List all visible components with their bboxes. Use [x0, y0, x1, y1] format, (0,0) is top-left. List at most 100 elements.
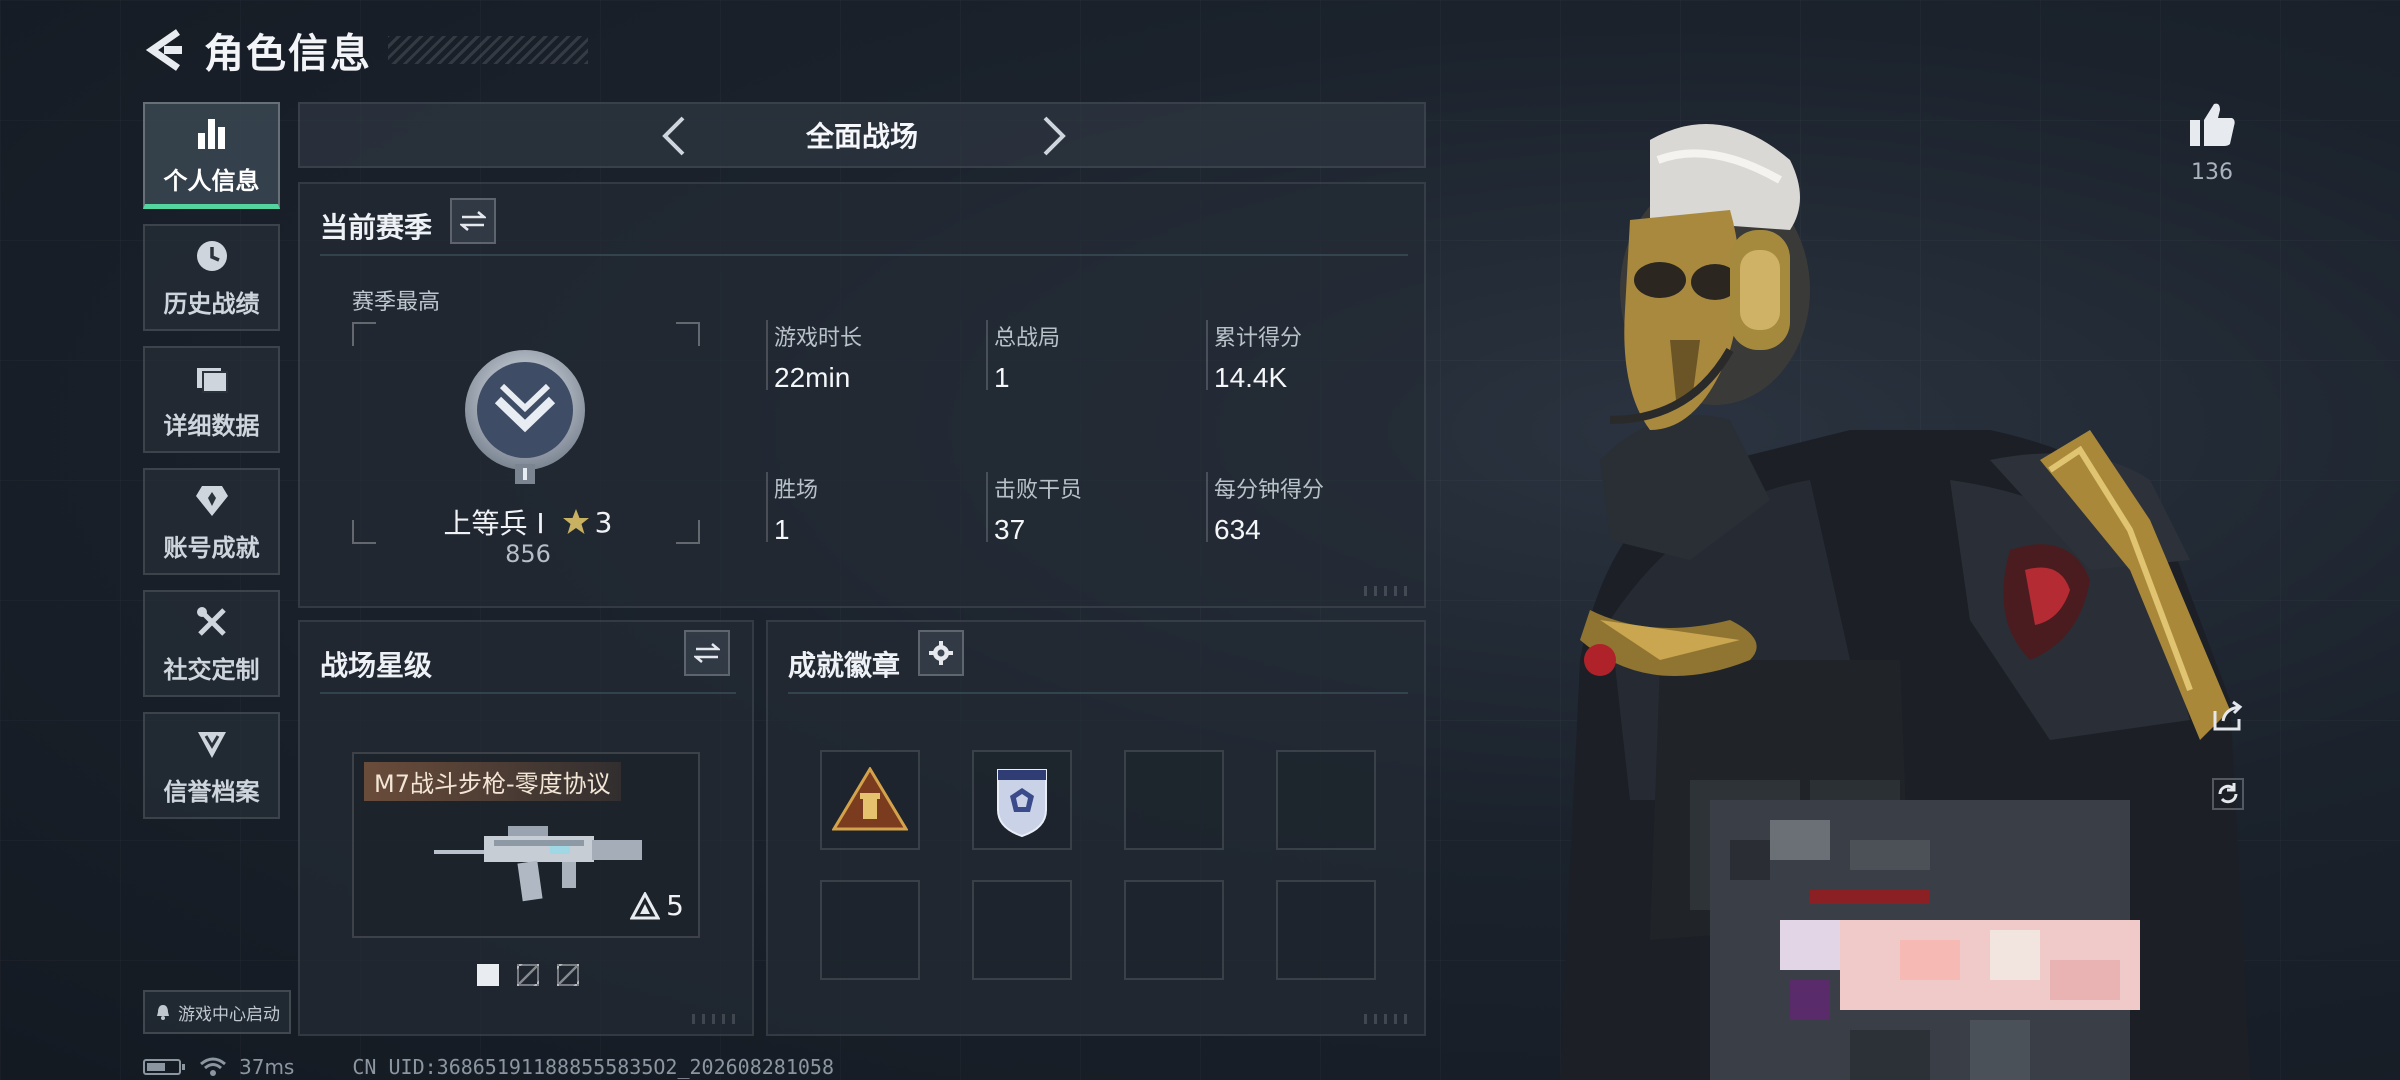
stat-label: 总战局 [994, 326, 1061, 351]
stat-score-per-minute: 每分钟得分 634 [1206, 472, 1406, 545]
stat-label: 击败干员 [994, 478, 1083, 503]
folder-icon [192, 358, 232, 398]
achievement-icon [192, 480, 232, 520]
swap-icon [694, 643, 720, 663]
page-header: 角色信息 [140, 22, 588, 78]
stat-total-matches: 总战局 1 [986, 320, 1186, 393]
nav-label: 详细数据 [163, 412, 260, 440]
star-level-icon [630, 891, 661, 919]
mode-prev-button[interactable] [652, 114, 696, 158]
rank-stars: 3 [594, 505, 613, 539]
weapon-star-row: 5 [630, 889, 684, 922]
share-icon [2213, 700, 2243, 731]
nav-item-personal-info[interactable]: 个人信息 [143, 102, 280, 209]
chevron-right-icon [1043, 116, 1066, 156]
stat-total-score: 累计得分 14.4K [1206, 320, 1406, 393]
rank-name: 上等兵 Ⅰ [443, 507, 545, 540]
weapon-stars: 5 [666, 889, 684, 922]
stat-label: 累计得分 [1214, 326, 1303, 351]
gear-icon [929, 641, 953, 665]
nav-label: 历史战绩 [163, 290, 260, 318]
achievement-badge-empty[interactable] [1124, 750, 1224, 850]
tools-icon [192, 602, 232, 642]
nav-item-detailed-data[interactable]: 详细数据 [143, 346, 280, 453]
rank-name-row: 上等兵 Ⅰ 3 [438, 502, 618, 542]
stat-wins: 胜场 1 [766, 472, 966, 545]
rotate-button[interactable] [2204, 770, 2252, 818]
bell-icon [157, 1005, 169, 1020]
panel-divider [788, 692, 1408, 694]
achievement-badge-empty[interactable] [1276, 750, 1376, 850]
achievement-badge-empty[interactable] [972, 880, 1072, 980]
game-center-launch-button[interactable]: 游戏中心启动 [143, 990, 291, 1034]
battery-icon [143, 1059, 185, 1075]
reputation-icon [192, 724, 232, 764]
share-button[interactable] [2204, 692, 2252, 740]
wifi-icon [200, 1057, 226, 1076]
back-button[interactable] [140, 26, 188, 74]
stat-kills: 击败干员 37 [986, 472, 1186, 545]
status-bar: 37ms CN UID:368651911888555835O2_2026082… [143, 1054, 834, 1080]
nav-item-social[interactable]: 社交定制 [143, 590, 280, 697]
bar-chart-icon [192, 113, 232, 153]
nav-label: 个人信息 [163, 166, 260, 195]
achievement-badge[interactable] [972, 750, 1072, 850]
stat-label: 游戏时长 [774, 326, 863, 351]
stat-play-time: 游戏时长 22min [766, 320, 966, 393]
mode-title: 全面战场 [805, 120, 918, 153]
stat-value: 1 [994, 362, 1010, 393]
stat-value: 634 [1214, 514, 1261, 545]
like-count: 136 [2191, 160, 2233, 185]
like-button[interactable] [2186, 98, 2238, 150]
rank-points: 856 [505, 540, 551, 568]
achievement-badge[interactable] [820, 750, 920, 850]
battle-star-panel: 战场星级 M7战斗步枪-零度协议 5 [298, 620, 754, 1036]
stat-value: 14.4K [1214, 362, 1288, 393]
swap-icon [460, 211, 486, 231]
page-dot[interactable] [557, 964, 579, 986]
current-season-panel: 当前赛季 赛季最高 上等兵 Ⅰ 3 856 游戏时长 22min 总战局 1 累… [298, 182, 1426, 608]
mode-selector: 全面战场 [298, 102, 1426, 168]
season-switch-button[interactable] [450, 198, 496, 244]
mode-next-button[interactable] [1032, 114, 1076, 158]
page-title: 角色信息 [204, 31, 372, 77]
corner-decoration [1364, 586, 1414, 596]
stat-label: 胜场 [774, 478, 819, 503]
achievements-panel: 成就徽章 [766, 620, 1426, 1036]
panel-divider [320, 692, 736, 694]
side-nav: 个人信息 历史战绩 详细数据 账号成就 社交定制 信誉档案 [143, 102, 280, 834]
nav-label: 账号成就 [163, 534, 260, 562]
page-dot[interactable] [477, 964, 499, 986]
nav-label: 信誉档案 [163, 778, 260, 806]
achievement-badge-empty[interactable] [1124, 880, 1224, 980]
rifle-image [434, 826, 642, 902]
nav-item-reputation[interactable]: 信誉档案 [143, 712, 280, 819]
achievement-badge-empty[interactable] [820, 880, 920, 980]
game-center-label: 游戏中心启动 [178, 1004, 280, 1025]
panel-divider [320, 254, 1408, 256]
title-decoration [388, 36, 588, 64]
achievement-badge-empty[interactable] [1276, 880, 1376, 980]
ping-value: 37ms [239, 1055, 295, 1079]
nav-item-history[interactable]: 历史战绩 [143, 224, 280, 331]
pixelated-region [1710, 800, 2140, 1080]
clock-icon [192, 236, 232, 276]
star-icon [562, 509, 589, 534]
weapon-card[interactable]: M7战斗步枪-零度协议 5 [352, 752, 700, 938]
operator-character-model [1560, 124, 2250, 1080]
battle-star-switch-button[interactable] [684, 630, 730, 676]
stat-value: 22min [774, 362, 851, 393]
achievements-settings-button[interactable] [918, 630, 964, 676]
panel-title: 当前赛季 [320, 211, 433, 244]
panel-title: 成就徽章 [788, 649, 901, 682]
shield-medal-icon [997, 769, 1047, 838]
stat-value: 37 [994, 514, 1026, 545]
season-best-label: 赛季最高 [352, 290, 441, 315]
page-dot[interactable] [517, 964, 539, 986]
player-uid: CN UID:368651911888555835O2_202608281058 [352, 1055, 834, 1079]
stat-value: 1 [774, 514, 790, 545]
refresh-icon [2212, 778, 2244, 810]
nav-item-achievements[interactable]: 账号成就 [143, 468, 280, 575]
rank-badge-icon [465, 350, 585, 484]
weapon-pager [477, 964, 597, 986]
